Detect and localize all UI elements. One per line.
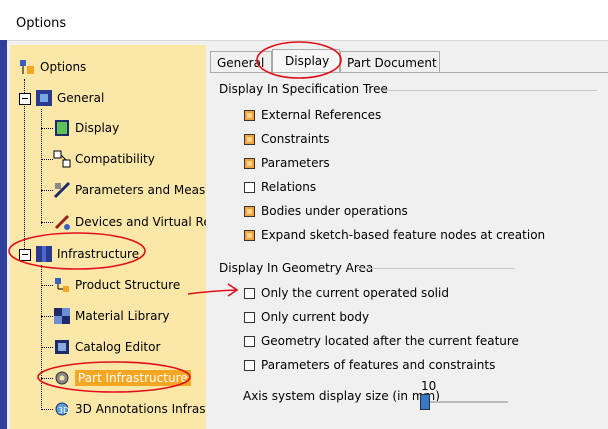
option-label: External References [261, 108, 382, 122]
product-structure-icon [53, 276, 71, 294]
3d-annotations-icon: 3D [53, 400, 71, 418]
tab-general[interactable]: General [210, 51, 272, 72]
axis-size-slider-track[interactable] [424, 401, 508, 403]
spec-tree-group-title: Display In Specification Tree [219, 82, 388, 96]
option-label: Geometry located after the current featu… [261, 334, 519, 348]
checkbox-checked[interactable] [244, 229, 255, 241]
tree-label: General [57, 91, 105, 105]
option-only-current-body[interactable]: Only current body [244, 310, 369, 324]
checkbox-checked[interactable] [244, 109, 255, 121]
tree-item-material-library[interactable]: Material Library [53, 304, 170, 328]
option-geometry-after-feature[interactable]: Geometry located after the current featu… [244, 334, 519, 348]
tree-label: Compatibility [75, 152, 155, 166]
devices-icon [53, 213, 71, 231]
tree-line [41, 128, 53, 129]
tab-part-document[interactable]: Part Document [340, 51, 440, 72]
option-parameters[interactable]: Parameters [244, 156, 330, 170]
svg-text:3D: 3D [58, 406, 69, 415]
tree-item-infrastructure[interactable]: Infrastructure [35, 242, 139, 266]
tree-line [41, 285, 53, 286]
option-label: Parameters of features and constraints [261, 358, 496, 372]
window-left-edge [0, 40, 7, 429]
tree-item-product-structure[interactable]: Product Structure [53, 273, 180, 297]
tree-line [41, 109, 42, 226]
checkbox-unchecked[interactable] [244, 359, 255, 371]
tree-item-devices-vr[interactable]: Devices and Virtual Reality [53, 210, 206, 234]
checkbox-unchecked[interactable] [244, 311, 255, 323]
tree-label: Product Structure [75, 278, 181, 292]
general-icon [35, 89, 53, 107]
tree-item-part-infrastructure[interactable]: Part Infrastructure [53, 366, 191, 390]
infrastructure-icon [35, 245, 53, 263]
collapse-toggle[interactable] [19, 249, 31, 261]
tab-underline [210, 72, 608, 73]
option-relations[interactable]: Relations [244, 180, 316, 194]
option-label: Only current body [261, 310, 370, 324]
tree-item-catalog-editor[interactable]: Catalog Editor [53, 335, 160, 359]
tree-root-options[interactable]: Options [18, 55, 86, 79]
material-library-icon [53, 307, 71, 325]
tree-label: Display [75, 121, 120, 135]
tree-label: 3D Annotations Infrastructure [75, 402, 206, 416]
tree-item-parameters-and-measure[interactable]: Parameters and Measure [53, 178, 206, 202]
option-label: Only the current operated solid [261, 286, 449, 300]
checkbox-unchecked[interactable] [244, 287, 255, 299]
tree-label: Parameters and Measure [75, 183, 206, 197]
checkbox-checked[interactable] [244, 157, 255, 169]
tree-line [24, 79, 25, 257]
option-parameters-features-constraints[interactable]: Parameters of features and constraints [244, 358, 495, 372]
compatibility-icon [53, 150, 71, 168]
tree-item-general[interactable]: General [35, 86, 104, 110]
group-divider [382, 90, 597, 91]
tree-line [41, 378, 53, 379]
option-constraints[interactable]: Constraints [244, 132, 329, 146]
option-label: Parameters [261, 156, 330, 170]
options-root-icon [18, 58, 36, 76]
tree-line [41, 159, 53, 160]
axis-size-label: Axis system display size (in mm) [243, 389, 440, 403]
tree-item-compatibility[interactable]: Compatibility [53, 147, 155, 171]
option-expand-sketch-nodes[interactable]: Expand sketch-based feature nodes at cre… [244, 228, 545, 242]
tree-line [41, 190, 53, 191]
tree-label: Options [40, 60, 87, 74]
options-window: Options Options General Display Compatib… [0, 0, 608, 429]
tree-item-display[interactable]: Display [53, 116, 119, 140]
tree-line [41, 316, 53, 317]
tree-label-selected: Part Infrastructure [75, 370, 191, 386]
title-bar: Options [0, 0, 608, 41]
axis-size-slider-thumb[interactable] [420, 394, 430, 410]
display-icon [53, 119, 71, 137]
checkbox-checked[interactable] [244, 205, 255, 217]
collapse-toggle[interactable] [19, 93, 31, 105]
geometry-area-group-title: Display In Geometry Area [219, 261, 374, 275]
option-external-references[interactable]: External References [244, 108, 381, 122]
gear-icon [53, 369, 71, 387]
tree-line [41, 409, 53, 410]
tree-line [41, 265, 42, 410]
option-bodies-under-operations[interactable]: Bodies under operations [244, 204, 408, 218]
tree-label: Material Library [75, 309, 170, 323]
parameters-icon [53, 181, 71, 199]
tree-label: Devices and Virtual Reality [75, 215, 206, 229]
tab-display[interactable]: Display [272, 49, 340, 72]
tree-line [41, 347, 53, 348]
tree-label: Infrastructure [57, 247, 140, 261]
catalog-editor-icon [53, 338, 71, 356]
option-label: Bodies under operations [261, 204, 408, 218]
checkbox-checked[interactable] [244, 133, 255, 145]
option-label: Expand sketch-based feature nodes at cre… [261, 228, 546, 242]
options-tree: Options General Display Compatibility Pa… [10, 45, 206, 429]
option-label: Constraints [261, 132, 330, 146]
checkbox-unchecked[interactable] [244, 181, 255, 193]
option-only-current-operated-solid[interactable]: Only the current operated solid [244, 286, 449, 300]
group-divider [357, 268, 515, 269]
window-title: Options [16, 16, 67, 31]
tree-label: Catalog Editor [75, 340, 161, 354]
checkbox-unchecked[interactable] [244, 335, 255, 347]
tree-line [41, 222, 53, 223]
tree-item-3d-annotations[interactable]: 3D 3D Annotations Infrastructure [53, 397, 206, 421]
option-label: Relations [261, 180, 317, 194]
